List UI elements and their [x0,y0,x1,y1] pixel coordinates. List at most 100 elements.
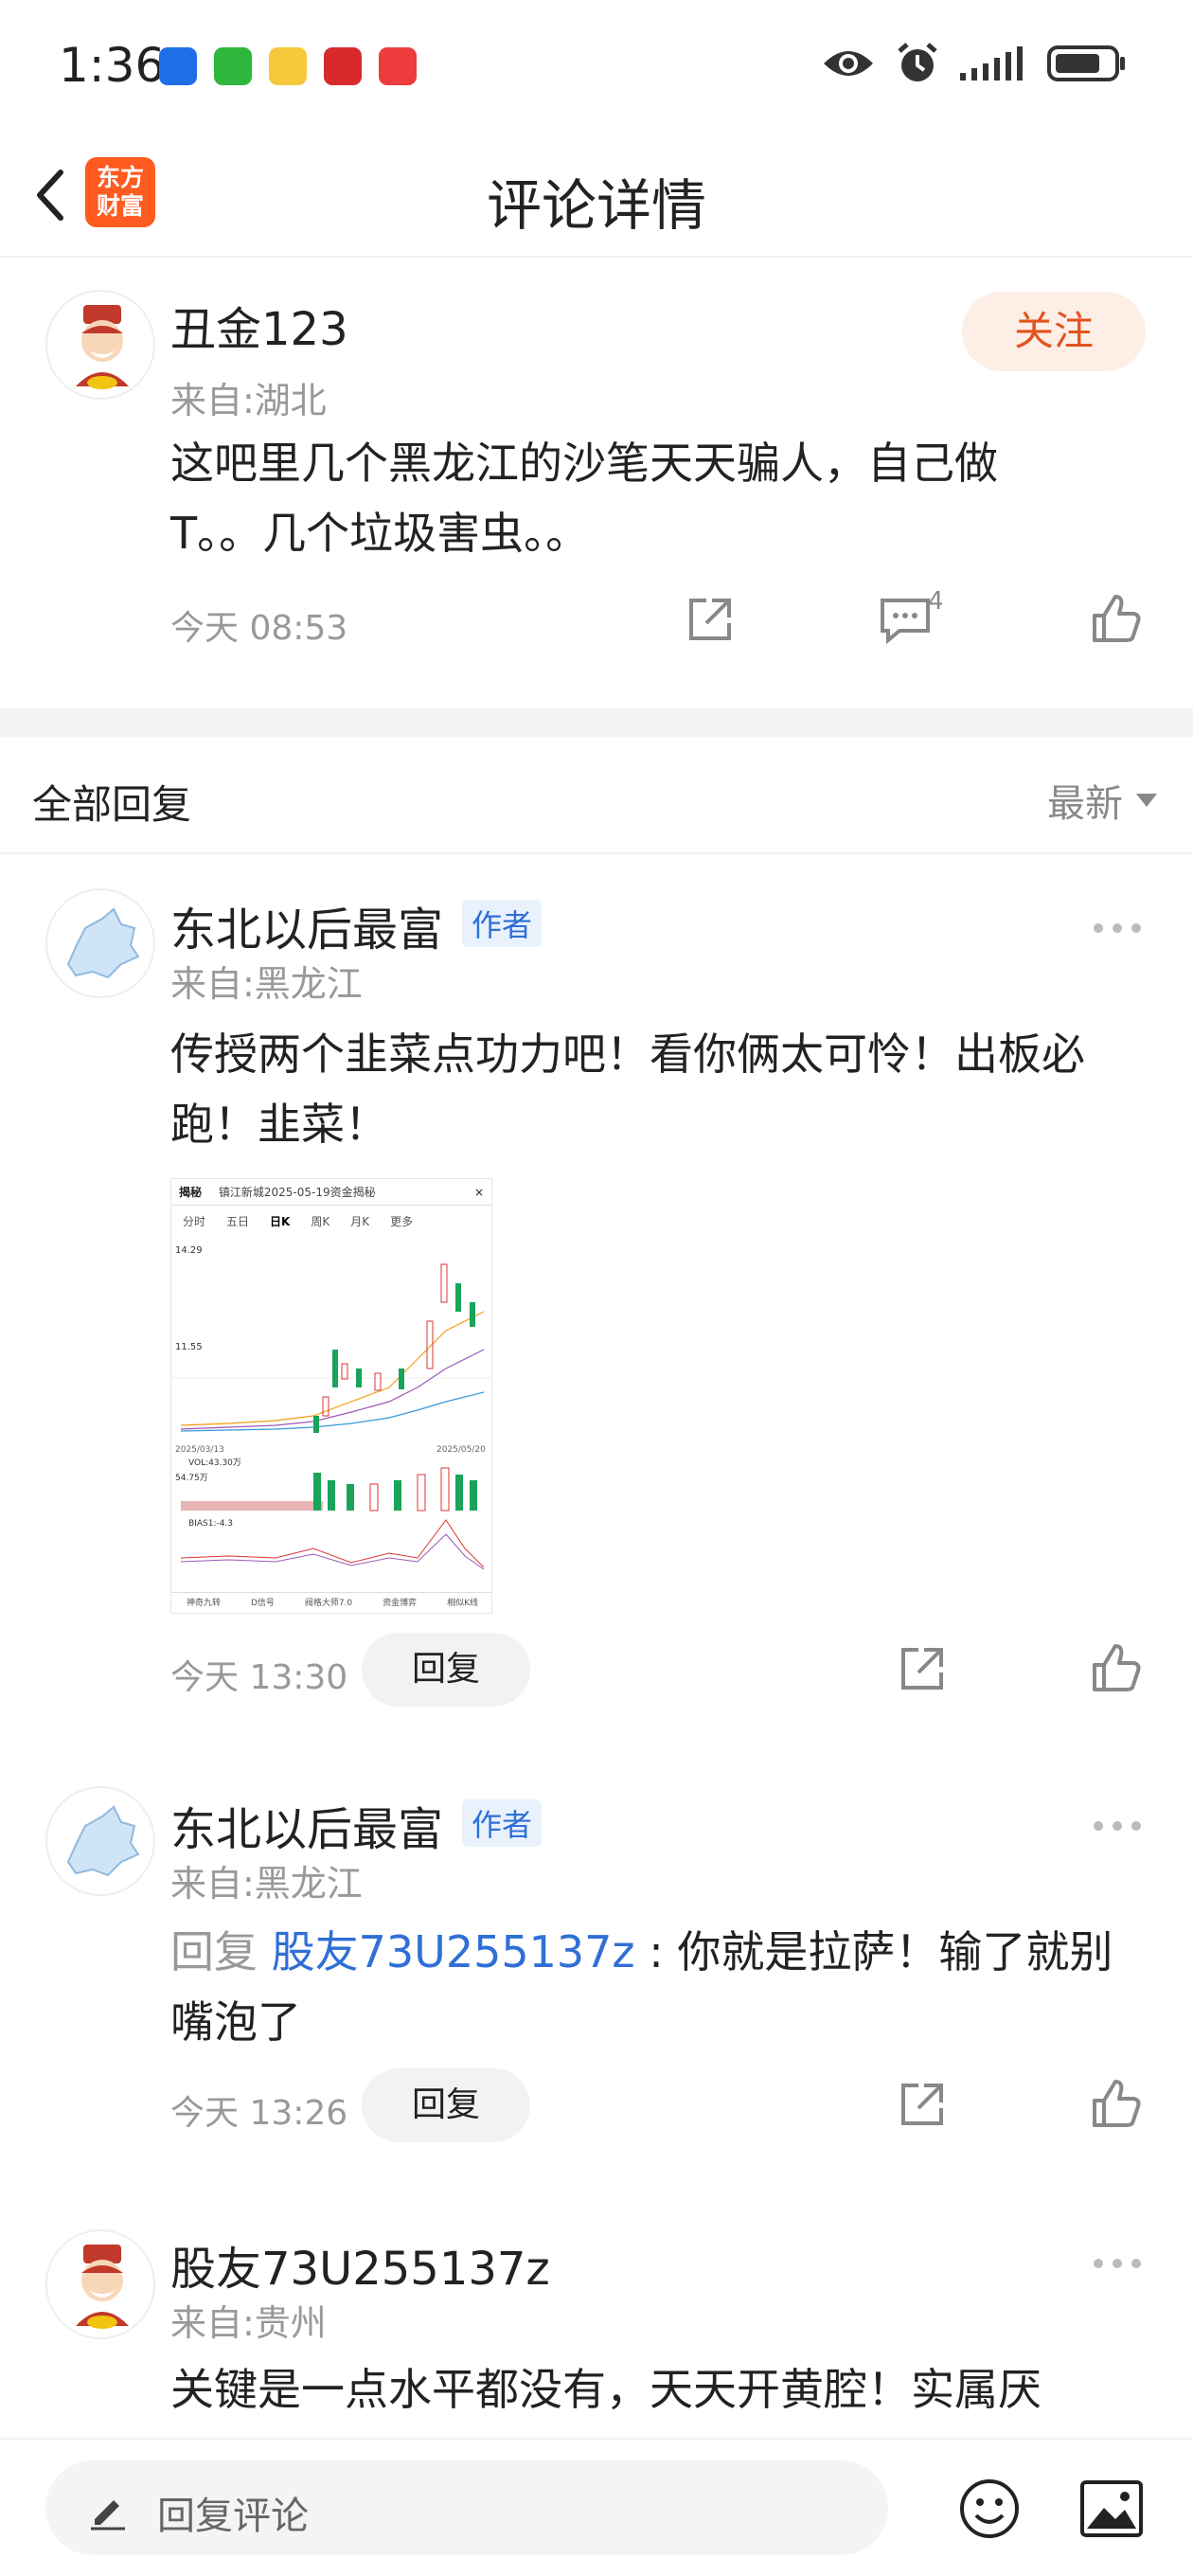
date-end-label: 2025/05/20 [436,1445,486,1455]
mentioned-user-link[interactable]: 股友73U255137z [272,1926,635,1977]
share-icon[interactable] [682,591,739,648]
sort-dropdown[interactable]: 最新 [1047,773,1157,828]
volume-bars [181,1467,477,1512]
reply-text-line1: 回复 股友73U255137z : 你就是拉萨！输了就别 [170,1917,1113,1987]
like-icon[interactable] [1087,2076,1144,2133]
status-app-icons [159,47,417,85]
bottom-input-bar: 回复评论 [0,2438,1193,2576]
comment-text-line1: 这吧里几个黑龙江的沙笔天天骗人，自己做 [170,438,998,489]
bank-app-icon [324,47,362,85]
thumb-period: 月K [350,1215,370,1228]
avatar[interactable] [45,2229,155,2339]
comment-location: 来自:湖北 [170,380,327,421]
caret-down-icon [1136,794,1157,807]
reply-item: 股友73U255137z 来自:贵州 关键是一点水平都没有，天天开黄腔！实属厌 [0,2197,1193,2438]
avatar[interactable] [45,1786,155,1896]
status-time: 1:36 [59,38,166,93]
reply-time: 今天 13:26 [170,2094,348,2133]
thumb-footer-item: D信号 [250,1599,275,1608]
thumb-footer-item: 阀格大师7.0 [304,1599,353,1608]
candles [313,1263,475,1433]
reply-username[interactable]: 股友73U255137z [170,2231,550,2298]
thumb-footer: 神奇九转 D信号 阀格大师7.0 资金博弈 相似K线 [171,1592,491,1613]
thumb-footer-item: 相似K线 [447,1599,478,1608]
signal-icon [960,46,1023,80]
avatar[interactable] [45,290,155,400]
thumb-tab: 揭秘 [179,1186,203,1199]
price-high-label: 14.29 [175,1245,203,1256]
reply-location: 来自:贵州 [170,2302,327,2344]
reply-text-line2: 嘴泡了 [170,1996,301,2048]
follow-button[interactable]: 关注 [962,292,1146,371]
page-title: 评论详情 [486,173,706,238]
more-options-icon[interactable] [1089,919,1146,938]
comment-icon[interactable] [877,591,934,648]
thumb-period: 周K [311,1215,330,1228]
red-app-icon [379,47,417,85]
heilongjiang-map-avatar-icon [66,1805,140,1877]
reply-text-rest: : 你就是拉萨！输了就别 [634,1926,1113,1977]
author-badge: 作者 [462,1799,543,1847]
price-mid-label: 11.55 [175,1342,203,1352]
top-header: 东方 财富 评论详情 [0,133,1193,258]
thumb-period: 分时 [183,1215,206,1228]
sort-label: 最新 [1047,782,1123,826]
thumb-title: 镇江新城2025-05-19资金揭秘 [218,1186,376,1199]
thumb-period: 更多 [390,1215,414,1228]
reply-location: 来自:黑龙江 [170,963,363,1005]
reply-prefix: 回复 [170,1926,272,1977]
reply-button[interactable]: 回复 [362,1633,530,1707]
reply-input-placeholder: 回复评论 [157,2495,309,2538]
comment-time: 今天 08:53 [170,609,348,648]
reply-button[interactable]: 回复 [362,2068,530,2142]
candlestick-chart: 14.29 11.55 2025/03/13 2025/05/20 VOL:43… [171,1245,491,1570]
reply-comment-input[interactable]: 回复评论 [45,2460,888,2555]
god-of-wealth-avatar-icon [76,2245,129,2329]
avatar[interactable] [45,888,155,998]
thumb-periods: 分时 五日 日K 周K 月K 更多 [171,1206,491,1237]
comment-count: 4 [928,587,944,616]
reply-location: 来自:黑龙江 [170,1863,363,1905]
share-icon[interactable] [894,1640,951,1697]
replies-title: 全部回复 [32,781,192,828]
email-app-icon [159,47,197,85]
main-comment: 丑金123 来自:湖北 关注 这吧里几个黑龙江的沙笔天天骗人，自己做 T。。几个… [0,258,1193,708]
reply-username[interactable]: 东北以后最富 [170,1792,443,1858]
reply-item: 东北以后最富 作者 来自:黑龙江 回复 股友73U255137z : 你就是拉萨… [0,1754,1193,2180]
vol-label: VOL:43.30万 [188,1458,241,1468]
reply-text-line1: 关键是一点水平都没有，天天开黄腔！实属厌 [170,2364,1042,2415]
reply-time: 今天 13:30 [170,1658,348,1697]
pencil-icon [91,2500,125,2531]
share-icon[interactable] [894,2076,951,2133]
thumb-footer-item: 资金博弈 [383,1599,418,1608]
like-icon[interactable] [1087,591,1144,648]
replies-header: 全部回复 最新 [0,737,1193,854]
battery-icon [1047,45,1125,81]
reply-image-thumbnail[interactable]: 揭秘 镇江新城2025-05-19资金揭秘 × 分时 五日 日K 周K 月K 更… [170,1178,492,1614]
vol-value-label: 54.75万 [175,1474,208,1483]
emoji-icon[interactable] [958,2478,1021,2540]
date-start-label: 2025/03/13 [175,1445,224,1455]
thumb-period: 日K [270,1215,291,1228]
god-of-wealth-avatar-icon [76,305,129,389]
comment-text-line2: T。。几个垃圾害虫。。 [170,508,590,559]
more-options-icon[interactable] [1089,2254,1146,2273]
reply-username[interactable]: 东北以后最富 [170,892,443,958]
comment-username[interactable]: 丑金123 [170,292,348,358]
alarm-icon [898,43,937,81]
thumb-period: 五日 [226,1215,250,1228]
eye-icon [824,51,873,76]
heilongjiang-map-avatar-icon [66,907,140,979]
thumb-header: 揭秘 镇江新城2025-05-19资金揭秘 × [171,1179,491,1206]
wechat-icon [214,47,252,85]
bias-label: BIAS1:-4.3 [188,1519,233,1529]
status-bar: 1:36 [0,0,1193,133]
thumb-close-icon: × [473,1186,484,1199]
thumb-footer-item: 神奇九转 [186,1599,221,1608]
author-badge: 作者 [462,900,543,947]
image-icon[interactable] [1079,2479,1144,2538]
like-icon[interactable] [1087,1640,1144,1697]
reply-text-line1: 传授两个韭菜点功力吧！看你俩太可怜！出板必 [170,1029,1085,1080]
more-options-icon[interactable] [1089,1816,1146,1835]
section-divider [0,708,1193,737]
